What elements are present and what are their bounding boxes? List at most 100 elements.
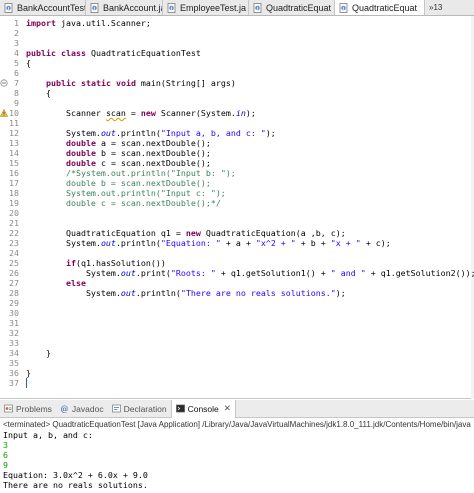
code-text: System.out.println("Input c: "); bbox=[26, 188, 226, 198]
panel-tab-console[interactable]: Console ✕ bbox=[170, 399, 236, 418]
line-number: 8 bbox=[14, 88, 19, 98]
editor-tab-2[interactable]: J BankAccount.jav bbox=[86, 0, 163, 15]
code-line[interactable]: 24 bbox=[0, 248, 474, 258]
code-line[interactable]: 12 System.out.println("Input a, b, and c… bbox=[0, 128, 474, 138]
code-line[interactable]: 2 bbox=[0, 28, 474, 38]
console-output[interactable]: <terminated> QuadtraticEquationTest [Jav… bbox=[0, 418, 474, 493]
code-line[interactable]: 16 /*System.out.println("Input b: "); bbox=[0, 168, 474, 178]
editor-tab-1[interactable]: J BankAccountTest bbox=[0, 0, 86, 15]
code-line[interactable]: 35 bbox=[0, 358, 474, 368]
editor-tab-3[interactable]: J EmployeeTest.ja bbox=[163, 0, 249, 15]
code-line[interactable]: 19 double c = scan.nextDouble();*/ bbox=[0, 198, 474, 208]
warning-icon[interactable] bbox=[0, 108, 9, 117]
code-line[interactable]: 10 Scanner scan = new Scanner(System.in)… bbox=[0, 108, 474, 118]
code-text: System.out.println("Equation: " + a + "x… bbox=[26, 238, 391, 248]
console-line: 6 bbox=[3, 450, 8, 460]
line-number: 30 bbox=[9, 308, 19, 318]
panel-tab-label: Problems bbox=[16, 403, 52, 414]
code-line[interactable]: 23 System.out.println("Equation: " + a +… bbox=[0, 238, 474, 248]
code-line[interactable]: 22 QuadtraticEquation q1 = new Quadtrati… bbox=[0, 228, 474, 238]
line-number: 32 bbox=[9, 328, 19, 338]
fold-toggle-icon[interactable] bbox=[0, 79, 8, 87]
line-number: 5 bbox=[14, 58, 19, 68]
panel-tab-bar: Problems @ Javadoc Declaration Console ✕ bbox=[0, 399, 474, 418]
code-line[interactable]: 33 bbox=[0, 338, 474, 348]
code-text: QuadtraticEquation q1 = new QuadtraticEq… bbox=[26, 228, 346, 238]
code-line[interactable]: 26 System.out.print("Roots: " + q1.getSo… bbox=[0, 268, 474, 278]
code-line[interactable]: 29 bbox=[0, 298, 474, 308]
declaration-icon bbox=[111, 404, 121, 413]
line-number: 9 bbox=[14, 98, 19, 108]
code-editor[interactable]: 1 import java.util.Scanner; 2 3 4 public clas… bbox=[0, 16, 474, 399]
code-line[interactable]: 14 double b = scan.nextDouble(); bbox=[0, 148, 474, 158]
code-line[interactable]: 18 System.out.println("Input c: "); bbox=[0, 188, 474, 198]
code-line[interactable]: 3 bbox=[0, 38, 474, 48]
line-number: 6 bbox=[14, 68, 19, 78]
line-number: 1 bbox=[14, 18, 19, 28]
close-icon[interactable]: ✕ bbox=[224, 403, 231, 414]
code-text: System.out.println("There are no reals s… bbox=[26, 288, 346, 298]
code-line[interactable]: 37 bbox=[0, 378, 474, 388]
code-line[interactable]: 34 } bbox=[0, 348, 474, 358]
code-line[interactable]: 11 bbox=[0, 118, 474, 128]
code-text: { bbox=[26, 58, 31, 68]
code-line[interactable]: 27 else bbox=[0, 278, 474, 288]
code-text: Scanner scan = new Scanner(System.in); bbox=[26, 108, 256, 118]
line-number: 31 bbox=[9, 318, 19, 328]
code-line[interactable]: 1 import java.util.Scanner; bbox=[0, 18, 474, 28]
code-line[interactable]: 21 bbox=[0, 218, 474, 228]
text-cursor bbox=[26, 378, 27, 388]
code-line[interactable]: 15 double c = scan.nextDouble(); bbox=[0, 158, 474, 168]
editor-tab-4[interactable]: J QuadtraticEquat bbox=[249, 0, 335, 15]
svg-text:J: J bbox=[170, 6, 172, 10]
editor-tab-label: QuadtraticEquat bbox=[352, 2, 418, 13]
code-line[interactable]: 36} bbox=[0, 368, 474, 378]
line-number: 22 bbox=[9, 228, 19, 238]
line-number: 20 bbox=[9, 208, 19, 218]
svg-text:J: J bbox=[93, 6, 95, 10]
code-line[interactable]: 25 if(q1.hasSolution()) bbox=[0, 258, 474, 268]
svg-text:J: J bbox=[7, 6, 9, 10]
panel-tab-problems[interactable]: Problems bbox=[0, 400, 56, 418]
editor-tab-5[interactable]: JQuadtraticEquat✕ bbox=[335, 0, 425, 15]
line-number: 4 bbox=[14, 48, 19, 58]
line-number: 36 bbox=[9, 368, 19, 378]
console-line: Equation: 3.0x^2 + 6.0x + 9.0 bbox=[3, 470, 148, 480]
tab-overflow-button[interactable]: »13 bbox=[425, 0, 442, 15]
code-text: double b = scan.nextDouble(); bbox=[26, 178, 211, 188]
code-line[interactable]: 5{ bbox=[0, 58, 474, 68]
line-number: 2 bbox=[14, 28, 19, 38]
editor-tab-label: BankAccount.jav bbox=[103, 2, 162, 13]
line-number: 15 bbox=[9, 158, 19, 168]
code-line[interactable]: 8 { bbox=[0, 88, 474, 98]
code-line[interactable]: 28 System.out.println("There are no real… bbox=[0, 288, 474, 298]
line-number: 33 bbox=[9, 338, 19, 348]
code-text: if(q1.hasSolution()) bbox=[65, 258, 166, 268]
code-line[interactable]: 7 public static void main(String[] args) bbox=[0, 78, 474, 88]
panel-tab-label: Declaration bbox=[123, 403, 167, 414]
line-number: 37 bbox=[9, 378, 19, 388]
svg-text:@: @ bbox=[60, 404, 68, 413]
code-line[interactable]: 6 bbox=[0, 68, 474, 78]
line-number: 28 bbox=[9, 288, 19, 298]
code-line[interactable]: 30 bbox=[0, 308, 474, 318]
code-line[interactable]: 9 bbox=[0, 98, 474, 108]
code-line[interactable]: 20 bbox=[0, 208, 474, 218]
editor-tab-label: EmployeeTest.ja bbox=[180, 2, 247, 13]
line-number: 26 bbox=[9, 268, 19, 278]
line-number: 29 bbox=[9, 298, 19, 308]
code-line[interactable]: 32 bbox=[0, 328, 474, 338]
code-text: double c = scan.nextDouble(); bbox=[65, 158, 211, 168]
line-number: 34 bbox=[9, 348, 19, 358]
code-line[interactable]: 17 double b = scan.nextDouble(); bbox=[0, 178, 474, 188]
console-icon bbox=[175, 404, 185, 413]
code-text: System.out.println("Input a, b, and c: "… bbox=[26, 128, 276, 138]
code-text: System.out.print("Roots: " + q1.getSolut… bbox=[26, 268, 474, 278]
editor-tab-label: BankAccountTest bbox=[17, 2, 86, 13]
panel-tab-javadoc[interactable]: @ Javadoc bbox=[56, 400, 108, 418]
code-line[interactable]: 31 bbox=[0, 318, 474, 328]
code-line[interactable]: 4 public class QuadtraticEquationTest bbox=[0, 48, 474, 58]
code-line[interactable]: 13 double a = scan.nextDouble(); bbox=[0, 138, 474, 148]
panel-tab-declaration[interactable]: Declaration bbox=[108, 400, 171, 418]
java-file-icon: J bbox=[90, 2, 100, 13]
